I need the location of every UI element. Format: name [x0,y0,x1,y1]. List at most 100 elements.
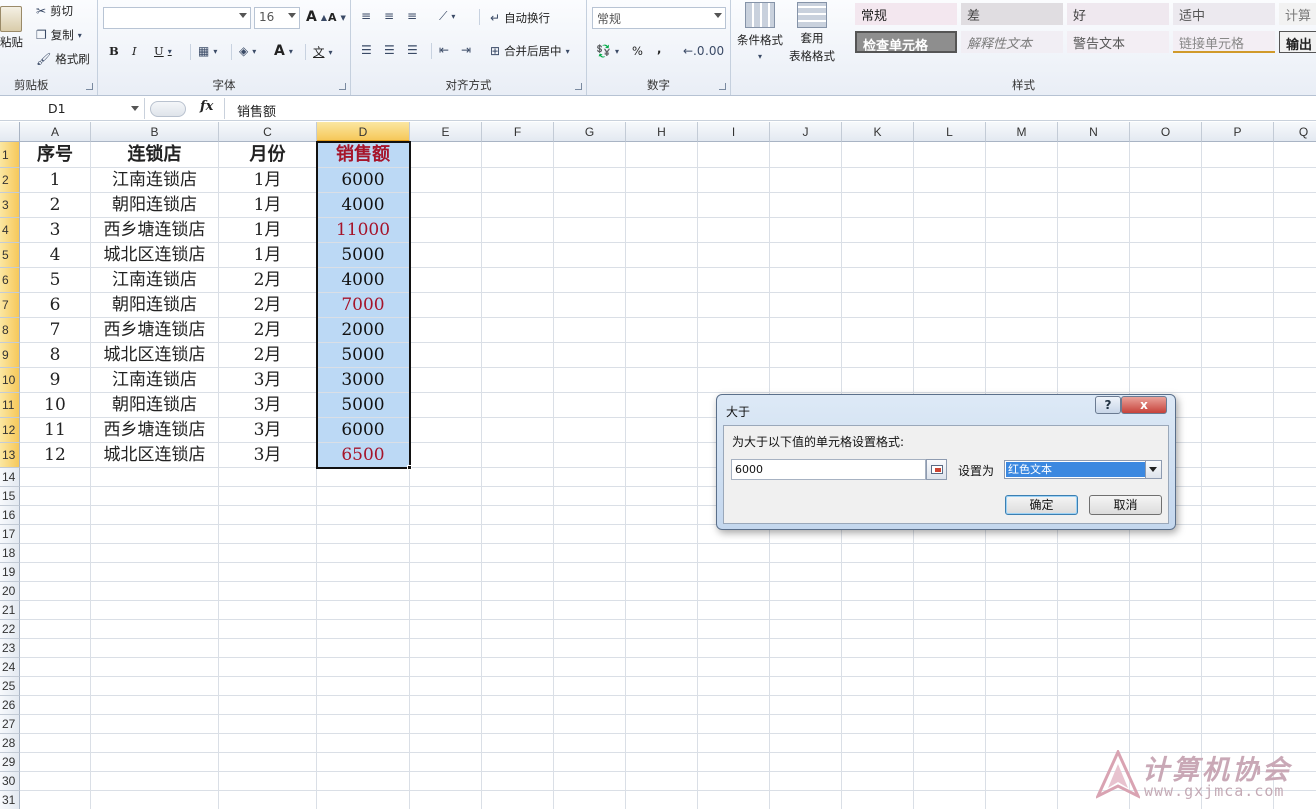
row-header-24[interactable]: 24 [0,658,20,677]
paste-button[interactable]: 粘贴 [0,6,23,50]
cell-style-7[interactable]: 警告文本 [1067,31,1169,53]
row-header-7[interactable]: 7 [0,293,20,318]
table-cell[interactable]: 2月 [219,318,317,343]
table-cell[interactable]: 朝阳连锁店 [91,193,219,218]
alignment-launcher-icon[interactable] [575,83,582,90]
row-header-3[interactable]: 3 [0,193,20,218]
column-header-O[interactable]: O [1130,122,1202,142]
column-header-K[interactable]: K [842,122,914,142]
font-color-button[interactable]: A ▾ [274,43,293,59]
row-header-17[interactable]: 17 [0,525,20,544]
currency-button[interactable]: 💱 ▾ [596,44,619,58]
table-cell[interactable]: 3 [20,218,91,243]
column-header-Q[interactable]: Q [1274,122,1316,142]
percent-button[interactable]: % [632,44,643,58]
row-header-18[interactable]: 18 [0,544,20,563]
header-cell[interactable]: 连锁店 [91,142,219,168]
cell-style-9[interactable]: 输出 [1279,31,1316,53]
row-header-15[interactable]: 15 [0,487,20,506]
align-left-button[interactable]: ☰ [361,43,372,57]
table-cell[interactable]: 4000 [317,193,410,218]
row-header-25[interactable]: 25 [0,677,20,696]
column-header-M[interactable]: M [986,122,1058,142]
table-cell[interactable]: 2月 [219,343,317,368]
row-header-9[interactable]: 9 [0,343,20,368]
column-header-L[interactable]: L [914,122,986,142]
cell-style-0[interactable]: 常规 [855,3,957,25]
phonetic-button[interactable]: 文 ▾ [313,44,333,60]
row-header-1[interactable]: 1 [0,142,20,168]
table-cell[interactable]: 朝阳连锁店 [91,393,219,418]
bold-button[interactable]: B [109,44,119,58]
font-launcher-icon[interactable] [339,83,346,90]
table-cell[interactable]: 城北区连锁店 [91,443,219,468]
table-cell[interactable]: 4 [20,243,91,268]
table-cell[interactable]: 6500 [317,443,410,468]
row-header-12[interactable]: 12 [0,418,20,443]
format-as-table-button[interactable]: 套用 表格格式 [789,2,835,64]
align-right-button[interactable]: ☰ [407,43,418,57]
table-cell[interactable]: 3月 [219,443,317,468]
formula-bar-splitter[interactable] [150,101,186,117]
table-cell[interactable]: 西乡塘连锁店 [91,318,219,343]
row-header-11[interactable]: 11 [0,393,20,418]
table-cell[interactable]: 2月 [219,268,317,293]
table-cell[interactable]: 5000 [317,243,410,268]
row-header-20[interactable]: 20 [0,582,20,601]
conditional-formatting-button[interactable]: 条件格式 ▾ [737,2,783,61]
row-header-16[interactable]: 16 [0,506,20,525]
table-cell[interactable]: 2 [20,193,91,218]
grow-font-button[interactable]: A ▲ [306,9,327,25]
format-select-toggle[interactable] [1145,461,1161,478]
number-launcher-icon[interactable] [719,83,726,90]
increase-indent-button[interactable]: ⇥ [461,43,471,57]
column-header-A[interactable]: A [20,122,91,142]
help-button[interactable]: ? [1095,396,1121,414]
table-cell[interactable]: 10 [20,393,91,418]
shrink-font-button[interactable]: A ▼ [328,11,346,24]
comma-button[interactable]: , [657,42,661,56]
merge-center-button[interactable]: ⊞ 合并后居中 ▾ [490,43,570,59]
column-header-P[interactable]: P [1202,122,1274,142]
cell-style-2[interactable]: 好 [1067,3,1169,25]
insert-function-button[interactable]: fx [200,99,213,114]
table-cell[interactable]: 1月 [219,193,317,218]
column-header-B[interactable]: B [91,122,219,142]
row-header-8[interactable]: 8 [0,318,20,343]
table-cell[interactable]: 5000 [317,393,410,418]
row-header-4[interactable]: 4 [0,218,20,243]
table-cell[interactable]: 6000 [317,418,410,443]
table-cell[interactable]: 7000 [317,293,410,318]
row-header-31[interactable]: 31 [0,791,20,809]
table-cell[interactable]: 1月 [219,243,317,268]
threshold-value-input[interactable]: 6000 [731,459,926,480]
column-header-E[interactable]: E [410,122,482,142]
ok-button[interactable]: 确定 [1005,495,1078,515]
header-cell[interactable]: 序号 [20,142,91,168]
table-cell[interactable]: 5000 [317,343,410,368]
fill-handle[interactable] [407,465,412,470]
cell-style-8[interactable]: 链接单元格 [1173,31,1275,53]
copy-button[interactable]: ❐ 复制 ▾ [36,27,82,43]
align-bottom-button[interactable]: ≡ [407,9,417,23]
font-name-select[interactable] [103,7,251,29]
table-cell[interactable]: 6000 [317,168,410,193]
row-header-22[interactable]: 22 [0,620,20,639]
table-cell[interactable]: 2000 [317,318,410,343]
cell-style-1[interactable]: 差 [961,3,1063,25]
table-cell[interactable]: 8 [20,343,91,368]
align-center-button[interactable]: ☰ [384,43,395,57]
column-header-F[interactable]: F [482,122,554,142]
header-cell[interactable]: 月份 [219,142,317,168]
row-header-6[interactable]: 6 [0,268,20,293]
cut-button[interactable]: ✂ 剪切 [36,3,73,19]
cell-style-4[interactable]: 计算 [1279,3,1316,25]
table-cell[interactable]: 3月 [219,393,317,418]
table-cell[interactable]: 城北区连锁店 [91,343,219,368]
align-top-button[interactable]: ≡ [361,9,371,23]
table-cell[interactable]: 6 [20,293,91,318]
row-header-19[interactable]: 19 [0,563,20,582]
table-cell[interactable]: 9 [20,368,91,393]
row-header-26[interactable]: 26 [0,696,20,715]
row-header-5[interactable]: 5 [0,243,20,268]
